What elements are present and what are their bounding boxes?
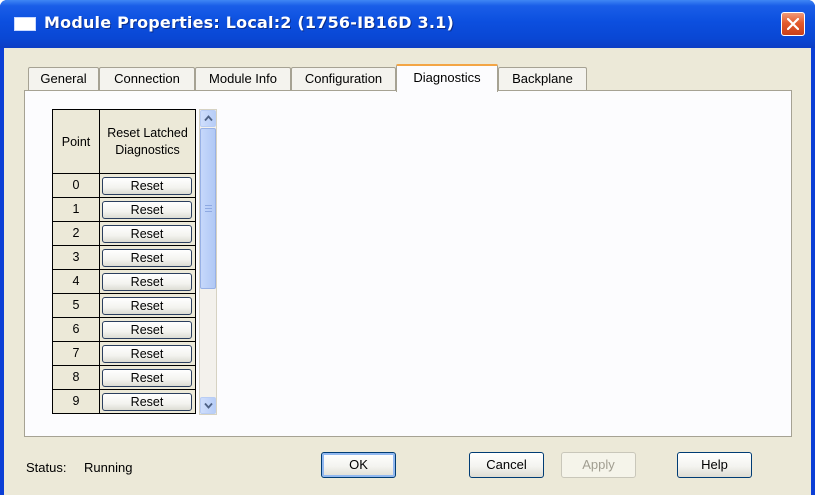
reset-button[interactable]: Reset: [102, 249, 192, 267]
scroll-down-button[interactable]: [200, 397, 216, 414]
thumb-grip: [205, 205, 212, 206]
point-cell: 6: [52, 318, 99, 342]
tab-diagnostics[interactable]: Diagnostics: [396, 64, 498, 92]
reset-button[interactable]: Reset: [102, 393, 192, 411]
reset-cell: Reset: [99, 342, 196, 366]
apply-button[interactable]: Apply: [561, 452, 636, 478]
tab-backplane[interactable]: Backplane: [498, 67, 587, 90]
tab-general[interactable]: General: [28, 67, 99, 90]
cancel-button[interactable]: Cancel: [469, 452, 544, 478]
window-title: Module Properties: Local:2 (1756-IB16D 3…: [44, 13, 455, 32]
point-cell: 0: [52, 174, 99, 198]
table-row: 2 Reset: [52, 222, 196, 246]
point-cell: 3: [52, 246, 99, 270]
dialog-window: Module Properties: Local:2 (1756-IB16D 3…: [0, 0, 815, 495]
table-row: 1 Reset: [52, 198, 196, 222]
scroll-thumb[interactable]: [200, 128, 216, 289]
reset-button[interactable]: Reset: [102, 369, 192, 387]
dialog-client: General Connection Module Info Configura…: [4, 48, 811, 495]
column-header-point: Point: [52, 109, 99, 174]
reset-cell: Reset: [99, 222, 196, 246]
table-row: 5 Reset: [52, 294, 196, 318]
table-row: 9 Reset: [52, 390, 196, 414]
tab-connection[interactable]: Connection: [99, 67, 195, 90]
point-cell: 1: [52, 198, 99, 222]
help-button[interactable]: Help: [677, 452, 752, 478]
table-row: 7 Reset: [52, 342, 196, 366]
chevron-down-icon: [204, 402, 213, 409]
status-label: Status:: [26, 460, 67, 475]
thumb-grip: [205, 208, 212, 209]
scroll-up-button[interactable]: [200, 110, 216, 127]
reset-button[interactable]: Reset: [102, 225, 192, 243]
table-row: 3 Reset: [52, 246, 196, 270]
title-bar[interactable]: Module Properties: Local:2 (1756-IB16D 3…: [0, 0, 815, 48]
column-header-reset-latched-diagnostics: Reset Latched Diagnostics: [99, 109, 196, 174]
status-value: Running: [84, 460, 133, 475]
vertical-scrollbar[interactable]: [199, 109, 217, 415]
close-button[interactable]: [781, 12, 805, 36]
reset-cell: Reset: [99, 390, 196, 414]
reset-button[interactable]: Reset: [102, 345, 192, 363]
reset-button[interactable]: Reset: [102, 273, 192, 291]
close-icon: [787, 18, 799, 30]
point-cell: 5: [52, 294, 99, 318]
reset-button[interactable]: Reset: [102, 321, 192, 339]
table-row: 0 Reset: [52, 174, 196, 198]
point-cell: 9: [52, 390, 99, 414]
reset-cell: Reset: [99, 366, 196, 390]
reset-cell: Reset: [99, 198, 196, 222]
diagnostics-panel: Point Reset Latched Diagnostics 0 Reset …: [24, 90, 792, 437]
reset-cell: Reset: [99, 246, 196, 270]
window-icon: [14, 17, 36, 31]
point-cell: 7: [52, 342, 99, 366]
tab-configuration[interactable]: Configuration: [291, 67, 396, 90]
reset-button[interactable]: Reset: [102, 297, 192, 315]
table-row: 8 Reset: [52, 366, 196, 390]
reset-cell: Reset: [99, 294, 196, 318]
reset-cell: Reset: [99, 174, 196, 198]
point-cell: 4: [52, 270, 99, 294]
thumb-grip: [205, 211, 212, 212]
point-cell: 8: [52, 366, 99, 390]
tab-module-info[interactable]: Module Info: [195, 67, 291, 90]
point-cell: 2: [52, 222, 99, 246]
reset-button[interactable]: Reset: [102, 201, 192, 219]
reset-cell: Reset: [99, 270, 196, 294]
reset-button[interactable]: Reset: [102, 177, 192, 195]
reset-cell: Reset: [99, 318, 196, 342]
table-row: 6 Reset: [52, 318, 196, 342]
ok-button[interactable]: OK: [321, 452, 396, 478]
chevron-up-icon: [204, 115, 213, 122]
table-row: 4 Reset: [52, 270, 196, 294]
